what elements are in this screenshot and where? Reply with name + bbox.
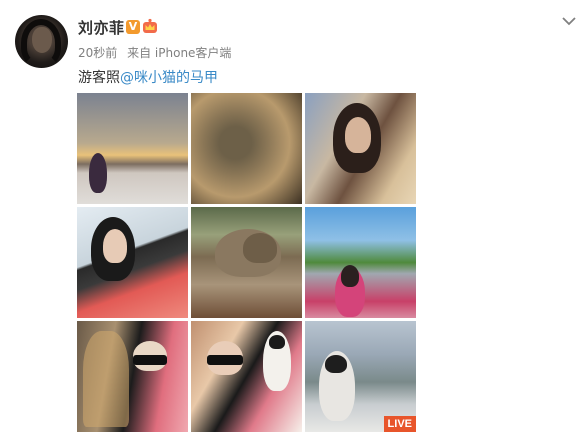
post-meta: 20秒前 来自 iPhone客户端 [78,44,237,61]
sunset-beach-photo[interactable] [77,93,188,204]
mention-link[interactable]: @咪小猫的马甲 [120,70,218,86]
post-caption: 游客照@咪小猫的马甲 [78,67,218,87]
tabby-cat-photo[interactable] [191,207,302,318]
woman-pink-coat-photo[interactable] [77,207,188,318]
live-photo-badge: LIVE [383,416,416,432]
window-sheep-toy-photo[interactable]: LIVE [305,321,416,432]
weibo-post-card: 刘亦菲 V 20秒前 来自 iPhone客户端 游客照@咪小猫的马甲 LIVE [0,0,586,444]
chevron-down-icon[interactable] [561,13,577,29]
caption-text: 游客照 [78,70,120,86]
photo-grid: LIVE [77,93,416,432]
street-selfie-photo[interactable] [305,207,416,318]
post-source[interactable]: 来自 iPhone客户端 [127,46,231,60]
avatar-face [32,27,52,53]
username[interactable]: 刘亦菲 [78,17,125,38]
sheep-toy-selfie-photo[interactable] [191,321,302,432]
post-time: 20秒前 [78,46,118,60]
verified-v-icon: V [126,20,140,34]
crown-vip-icon[interactable] [142,18,158,34]
dry-grass-closeup-photo[interactable] [191,93,302,204]
avatar[interactable] [15,15,68,68]
birdcage-sunglasses-photo[interactable] [77,321,188,432]
woman-in-grass-photo[interactable] [305,93,416,204]
